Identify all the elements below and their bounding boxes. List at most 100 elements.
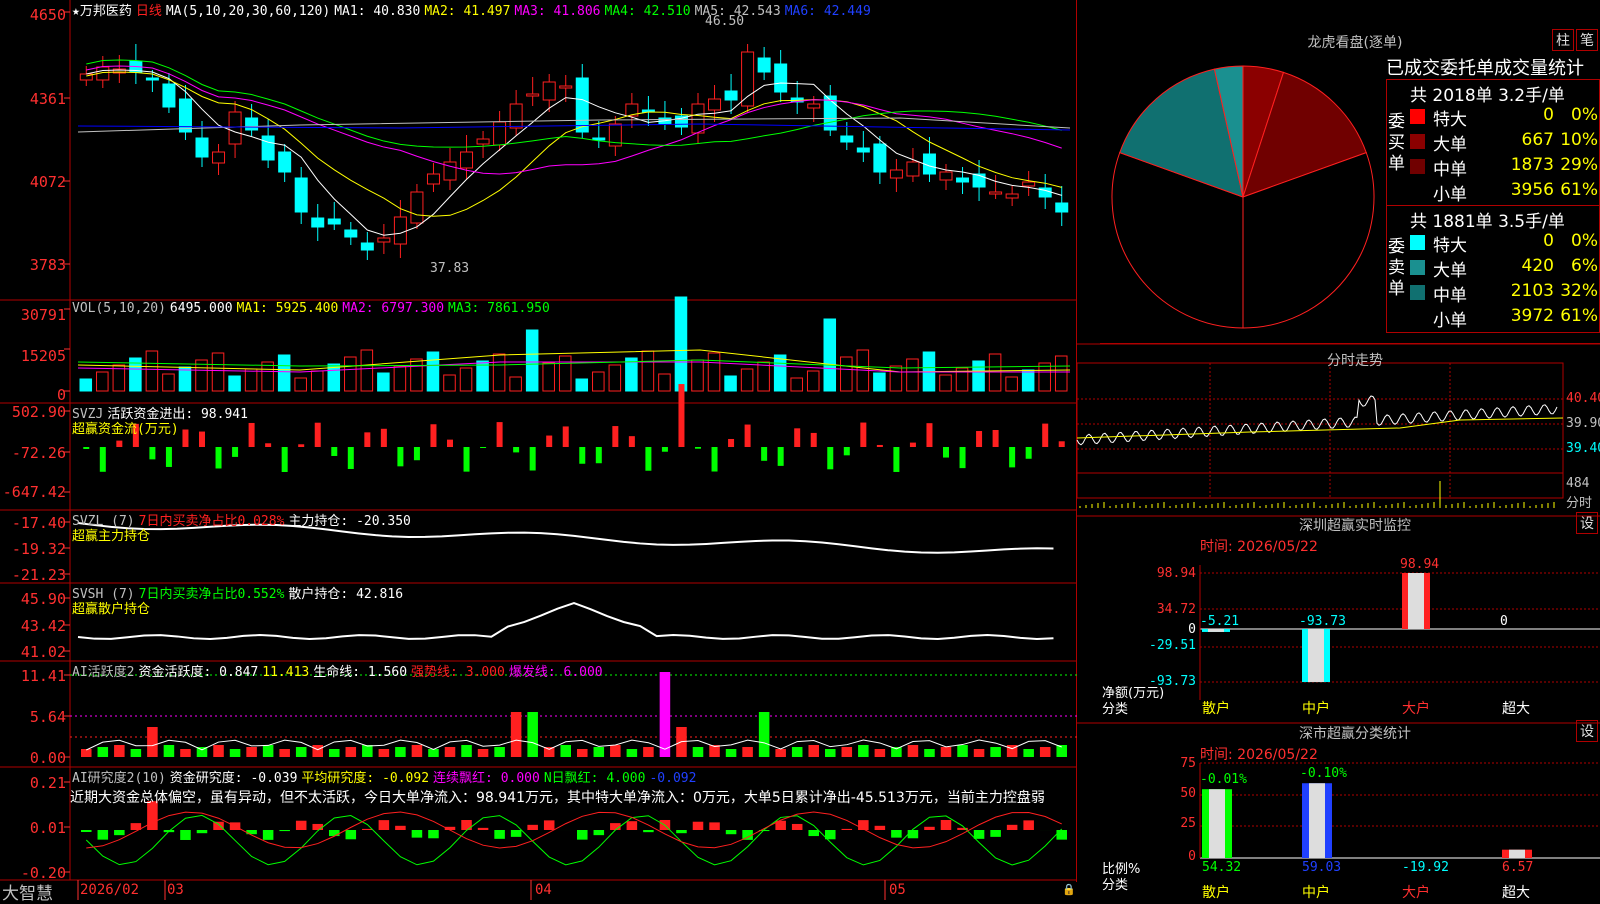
ai-research-bar <box>676 830 687 833</box>
bar-view-button[interactable]: 柱 <box>1552 29 1574 51</box>
candle-body <box>411 192 423 223</box>
ai-research-bar <box>379 820 390 830</box>
volume-bar <box>874 373 886 391</box>
ai-active-bar <box>527 712 538 757</box>
cl-cat-2: 大户 <box>1402 882 1430 902</box>
svzj-bar <box>860 423 866 447</box>
ai-active-bar <box>213 745 224 757</box>
svzj-bar <box>778 447 784 466</box>
candle-body <box>758 58 770 72</box>
svzj-bar <box>728 439 734 447</box>
svzj-bar <box>282 447 288 472</box>
volume-bar <box>1022 370 1034 391</box>
volume-bar <box>642 351 654 391</box>
ai-active-bar <box>924 749 935 757</box>
sell-header: 共 1881单 3.5手/单 <box>1410 207 1565 232</box>
ai-research-bar <box>726 830 737 834</box>
volume-bar <box>229 376 241 391</box>
svzl-label1: 7日内买卖净占比0.028% <box>139 514 285 529</box>
volume-bar <box>758 362 770 391</box>
volume-bar <box>245 369 257 391</box>
svzj-axis-2: -72.26 <box>0 444 66 462</box>
ai-active-bar <box>941 747 952 757</box>
volume-bar <box>526 330 538 391</box>
ai-research-bar <box>990 830 1001 837</box>
candle-body <box>461 152 473 168</box>
vol-ma3: MA3: 7861.950 <box>448 301 550 316</box>
svzj-bar <box>166 447 172 467</box>
candle-body <box>1056 203 1068 212</box>
ai-research-bar <box>213 822 224 830</box>
sell-row-swatch-1 <box>1410 260 1425 275</box>
cl-bottom-0: 54.32 <box>1202 860 1241 875</box>
candle-body <box>213 152 225 163</box>
svzl-axis-2: -19.32 <box>0 540 66 558</box>
vol-ma3-line <box>78 360 1070 368</box>
svzl-axis-3: -21.23 <box>0 566 66 584</box>
ai-research-bar <box>395 826 406 830</box>
vol-value: 6495.000 <box>170 301 233 316</box>
ai-active-bar <box>246 747 257 757</box>
svzj-bar <box>678 384 684 447</box>
cl-axis-3: 25 <box>1160 816 1196 831</box>
svzj-bar <box>530 447 536 471</box>
brand-label[interactable]: 大智慧 <box>2 879 53 904</box>
lock-icon[interactable]: 🔒 <box>1062 883 1076 896</box>
buy-row-swatch-1 <box>1410 134 1425 149</box>
svzj-bar <box>662 447 668 452</box>
buy-row-swatch-2 <box>1410 159 1425 174</box>
buy-row-pct-0: 0% <box>1556 105 1598 125</box>
cl-top-0: -0.01% <box>1200 772 1247 787</box>
ai-active-legend: AI活跃度2资金活跃度: 0.84711.413生命线: 1.560强势线: 3… <box>72 661 607 680</box>
candle-body <box>593 138 605 140</box>
sz-monitor-settings-button[interactable]: 设 <box>1576 512 1598 534</box>
ai-research-bar <box>594 830 605 835</box>
volume-bar <box>626 358 638 391</box>
classify-settings-button[interactable]: 设 <box>1576 720 1598 742</box>
sz-monitor-title: 深圳超赢实时监控 <box>1260 515 1450 535</box>
ai-active-bar <box>131 749 142 757</box>
buy-row-count-1: 667 <box>1494 130 1554 150</box>
candle-body <box>940 172 952 180</box>
buy-row-count-3: 3956 <box>1494 180 1554 200</box>
svzj-bar <box>182 430 188 447</box>
ai-research-bar <box>842 829 853 830</box>
volume-bar <box>890 366 902 391</box>
intraday-axis-2: 39.90 <box>1566 416 1600 431</box>
volume-bar <box>163 374 175 391</box>
ai-active-bar <box>362 745 373 757</box>
candle-body <box>543 82 555 100</box>
sell-row-name-0: 特大 <box>1433 231 1467 256</box>
buy-row-pct-3: 61% <box>1556 180 1598 200</box>
volume-bar <box>427 352 439 391</box>
candle-body <box>345 230 357 237</box>
volume-bar <box>1055 356 1067 391</box>
ai-research-bar <box>527 825 538 830</box>
svzj-bar <box>745 425 751 447</box>
volume-bar <box>311 371 323 391</box>
volume-bar <box>708 353 720 391</box>
ai-active-bar <box>114 745 125 757</box>
sz-bar-inner-1 <box>1308 629 1324 682</box>
sz-cat-3: 超大 <box>1502 698 1530 718</box>
intraday-axis-3: 39.40 <box>1566 441 1600 456</box>
svzj-bar <box>563 426 569 447</box>
sz-cat-1: 中户 <box>1302 698 1330 718</box>
svzj-bar <box>116 441 122 447</box>
ai-active-bar <box>792 747 803 757</box>
sz-value-0: -5.21 <box>1200 614 1239 629</box>
svzj-bar <box>315 423 321 447</box>
svsh-label1: 7日内买卖净占比0.552% <box>139 587 285 602</box>
candle-body <box>246 118 258 130</box>
svzl-label2: 主力持仓: -20.350 <box>288 514 410 529</box>
ai-research-bar <box>511 830 522 837</box>
ai-active-bar <box>412 745 423 757</box>
ai-research-bar <box>643 830 654 832</box>
svzj-bar <box>364 432 370 447</box>
classify-time: 时间: 2026/05/22 <box>1200 744 1318 764</box>
ai-research-label4: N日飘红: 4.000 <box>544 771 646 786</box>
volume-bar <box>659 374 671 391</box>
tick-view-button[interactable]: 笔 <box>1576 29 1598 51</box>
ai-active-axis-2: 5.64 <box>0 708 66 726</box>
volume-bar <box>1039 363 1051 391</box>
